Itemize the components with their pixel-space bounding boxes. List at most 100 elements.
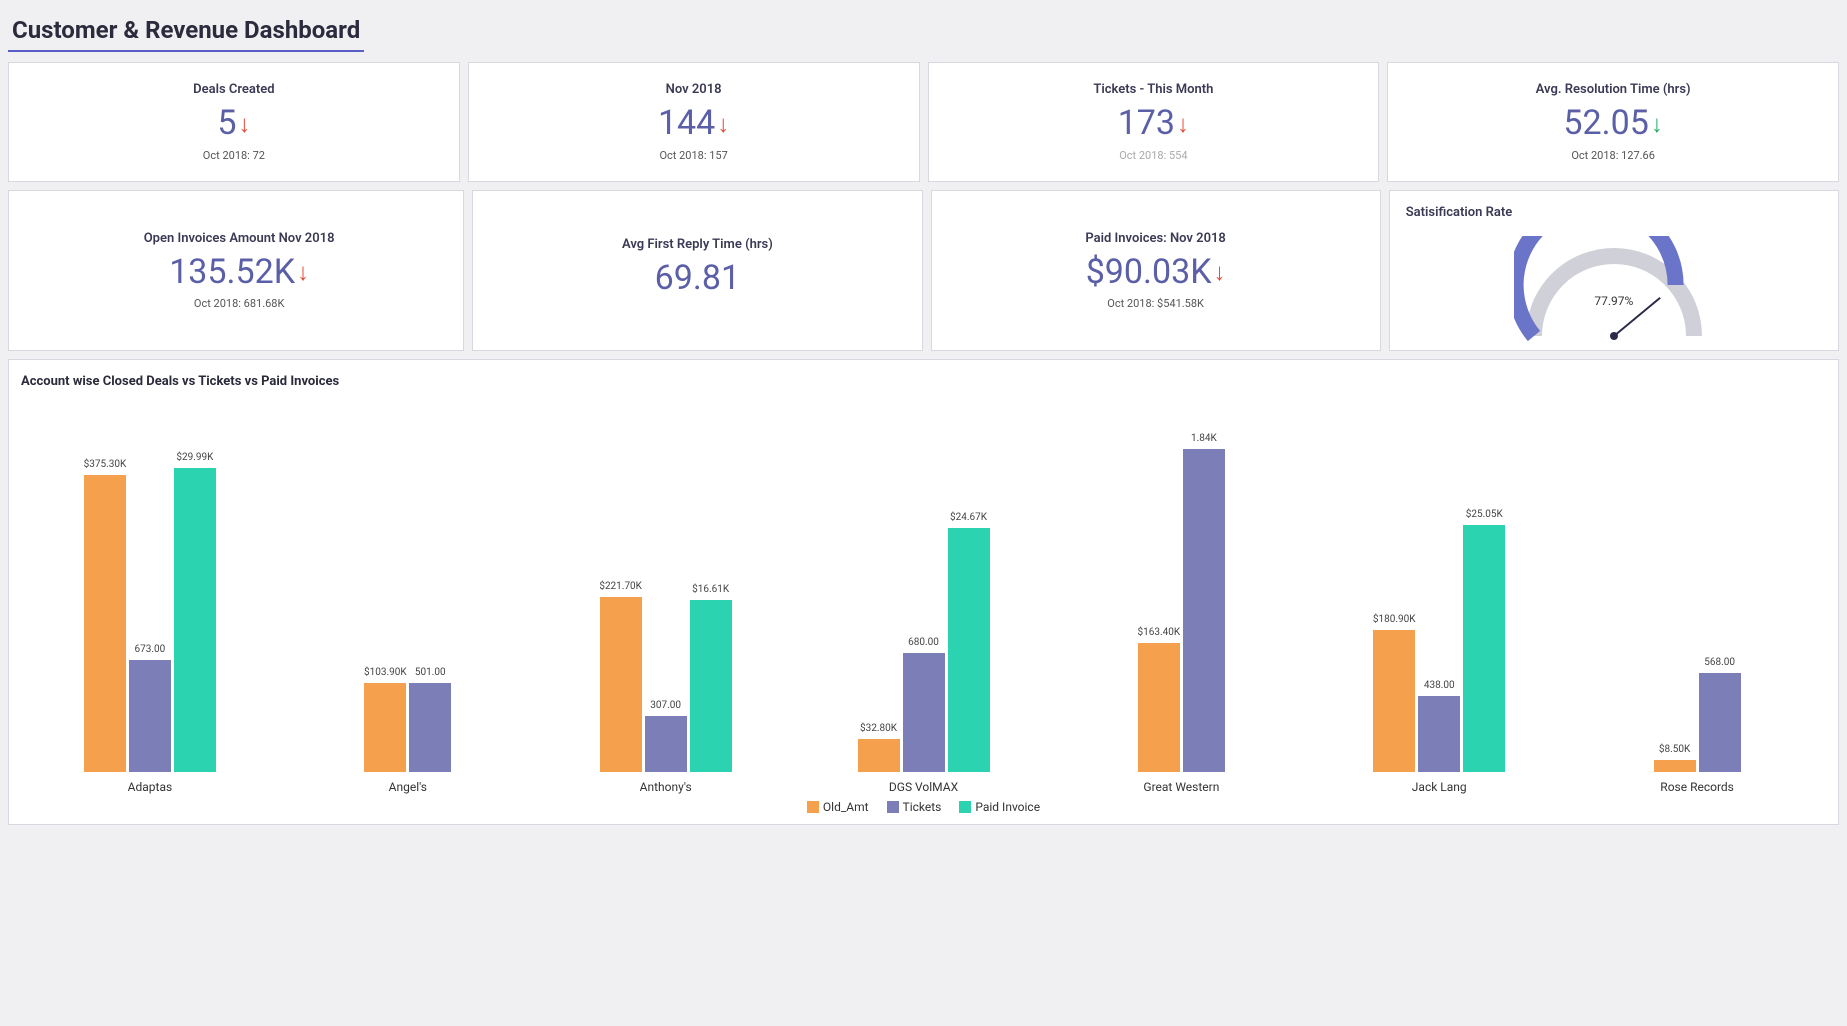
bar-tickets[interactable]: 1.84K bbox=[1183, 449, 1225, 772]
bar-tickets[interactable]: 568.00 bbox=[1699, 673, 1741, 772]
arrow-down-icon: ↓ bbox=[297, 259, 309, 285]
bar-label: $221.70K bbox=[599, 581, 642, 592]
bar-old_amt[interactable]: $221.70K bbox=[600, 597, 642, 772]
bar-old_amt[interactable]: $163.40K bbox=[1138, 643, 1180, 772]
bar-label: $163.40K bbox=[1138, 627, 1181, 638]
kpi-title: Deals Created bbox=[193, 82, 274, 97]
kpi-value: 173↓ bbox=[1118, 105, 1189, 142]
kpi-tickets-this-month[interactable]: Tickets - This Month 173↓ Oct 2018: 554 bbox=[928, 62, 1380, 182]
kpi-subtext: Oct 2018: 554 bbox=[1119, 149, 1187, 162]
kpi-value: 135.52K↓ bbox=[169, 254, 309, 291]
bar-label: 568.00 bbox=[1704, 657, 1735, 668]
legend-item-tickets[interactable]: Tickets bbox=[887, 800, 942, 814]
kpi-nov-2018[interactable]: Nov 2018 144↓ Oct 2018: 157 bbox=[468, 62, 920, 182]
category-label: Angel's bbox=[389, 780, 427, 794]
chart-group: $8.50K568.00Rose Records bbox=[1568, 422, 1826, 794]
bar-tickets[interactable]: 438.00 bbox=[1418, 696, 1460, 772]
kpi-title: Open Invoices Amount Nov 2018 bbox=[144, 231, 335, 246]
chart-group: $32.80K680.00$24.67KDGS VolMAX bbox=[795, 422, 1053, 794]
kpi-value: 52.05↓ bbox=[1563, 105, 1662, 142]
bar-old_amt[interactable]: $8.50K bbox=[1654, 760, 1696, 772]
chart-group: $163.40K1.84KGreat Western bbox=[1052, 422, 1310, 794]
kpi-subtext: Oct 2018: 127.66 bbox=[1571, 149, 1655, 162]
kpi-row-1: Deals Created 5↓ Oct 2018: 72 Nov 2018 1… bbox=[8, 62, 1839, 182]
dashboard-title: Customer & Revenue Dashboard bbox=[8, 8, 364, 52]
arrow-down-icon: ↓ bbox=[1214, 259, 1226, 285]
bar-tickets[interactable]: 307.00 bbox=[645, 716, 687, 772]
kpi-title: Nov 2018 bbox=[666, 82, 722, 97]
legend-item-paid-invoice[interactable]: Paid Invoice bbox=[959, 800, 1040, 814]
legend-item-old-amt[interactable]: Old_Amt bbox=[807, 800, 869, 814]
category-label: DGS VolMAX bbox=[889, 780, 958, 794]
bar-old_amt[interactable]: $103.90K bbox=[364, 683, 406, 772]
kpi-avg-resolution-time[interactable]: Avg. Resolution Time (hrs) 52.05↓ Oct 20… bbox=[1387, 62, 1839, 182]
bar-chart[interactable]: $375.30K673.00$29.99KAdaptas$103.90K501.… bbox=[21, 399, 1826, 794]
swatch-icon bbox=[959, 801, 971, 813]
bar-label: $16.61K bbox=[692, 584, 729, 595]
bar-tickets[interactable]: 680.00 bbox=[903, 653, 945, 772]
bar-paid-invoice[interactable]: $16.61K bbox=[690, 600, 732, 772]
kpi-value: 5↓ bbox=[217, 105, 250, 142]
kpi-avg-first-reply[interactable]: Avg First Reply Time (hrs) 69.81 bbox=[472, 190, 922, 351]
bar-label: 501.00 bbox=[415, 667, 446, 678]
category-label: Great Western bbox=[1143, 780, 1219, 794]
arrow-down-icon: ↓ bbox=[238, 111, 250, 137]
bar-old_amt[interactable]: $180.90K bbox=[1373, 630, 1415, 772]
kpi-subtext: Oct 2018: 72 bbox=[203, 149, 265, 162]
kpi-title: Paid Invoices: Nov 2018 bbox=[1085, 231, 1225, 246]
bar-label: $32.80K bbox=[860, 723, 897, 734]
kpi-subtext: Oct 2018: 157 bbox=[659, 149, 727, 162]
swatch-icon bbox=[807, 801, 819, 813]
bar-tickets[interactable]: 673.00 bbox=[129, 660, 171, 772]
category-label: Jack Lang bbox=[1412, 780, 1467, 794]
chart-legend: Old_Amt Tickets Paid Invoice bbox=[21, 800, 1826, 814]
bar-label: 673.00 bbox=[135, 644, 166, 655]
gauge-chart: 77.97% bbox=[1514, 236, 1714, 336]
bar-paid-invoice[interactable]: $25.05K bbox=[1463, 525, 1505, 773]
bar-old_amt[interactable]: $32.80K bbox=[858, 739, 900, 772]
bar-label: $25.05K bbox=[1466, 509, 1503, 520]
kpi-satisfaction-rate[interactable]: Satisification Rate 77.97% bbox=[1389, 190, 1839, 351]
kpi-value: $90.03K↓ bbox=[1086, 254, 1226, 291]
gauge-label: 77.97% bbox=[1594, 294, 1633, 308]
bar-tickets[interactable]: 501.00 bbox=[409, 683, 451, 772]
kpi-title: Avg. Resolution Time (hrs) bbox=[1536, 82, 1691, 97]
bar-label: 307.00 bbox=[650, 700, 681, 711]
swatch-icon bbox=[887, 801, 899, 813]
bar-label: 438.00 bbox=[1424, 680, 1455, 691]
kpi-value: 69.81 bbox=[655, 260, 740, 297]
kpi-subtext: Oct 2018: $541.58K bbox=[1107, 297, 1204, 310]
bar-label: $103.90K bbox=[364, 667, 407, 678]
kpi-subtext: Oct 2018: 681.68K bbox=[194, 297, 285, 310]
category-label: Anthony's bbox=[640, 780, 692, 794]
bar-paid-invoice[interactable]: $24.67K bbox=[948, 528, 990, 772]
chart-group: $103.90K501.00Angel's bbox=[279, 422, 537, 794]
bar-label: $180.90K bbox=[1373, 614, 1416, 625]
kpi-title: Satisification Rate bbox=[1402, 205, 1512, 220]
arrow-down-icon: ↓ bbox=[1651, 111, 1663, 137]
bar-paid-invoice[interactable]: $29.99K bbox=[174, 468, 216, 772]
bar-label: 680.00 bbox=[908, 637, 939, 648]
bar-old_amt[interactable]: $375.30K bbox=[84, 475, 126, 772]
chart-title: Account wise Closed Deals vs Tickets vs … bbox=[21, 374, 1826, 389]
arrow-down-icon: ↓ bbox=[717, 111, 729, 137]
chart-panel: Account wise Closed Deals vs Tickets vs … bbox=[8, 359, 1839, 825]
chart-group: $180.90K438.00$25.05KJack Lang bbox=[1310, 422, 1568, 794]
category-label: Adaptas bbox=[128, 780, 173, 794]
bar-label: 1.84K bbox=[1191, 433, 1217, 444]
arrow-down-icon: ↓ bbox=[1177, 111, 1189, 137]
kpi-title: Avg First Reply Time (hrs) bbox=[622, 237, 773, 252]
bar-label: $24.67K bbox=[950, 512, 987, 523]
chart-group: $221.70K307.00$16.61KAnthony's bbox=[537, 422, 795, 794]
kpi-value: 144↓ bbox=[658, 105, 729, 142]
kpi-paid-invoices[interactable]: Paid Invoices: Nov 2018 $90.03K↓ Oct 201… bbox=[931, 190, 1381, 351]
bar-label: $29.99K bbox=[176, 452, 213, 463]
chart-group: $375.30K673.00$29.99KAdaptas bbox=[21, 422, 279, 794]
kpi-row-2: Open Invoices Amount Nov 2018 135.52K↓ O… bbox=[8, 190, 1839, 351]
category-label: Rose Records bbox=[1660, 780, 1734, 794]
kpi-title: Tickets - This Month bbox=[1093, 82, 1213, 97]
kpi-open-invoices[interactable]: Open Invoices Amount Nov 2018 135.52K↓ O… bbox=[8, 190, 464, 351]
bar-label: $375.30K bbox=[84, 459, 127, 470]
kpi-deals-created[interactable]: Deals Created 5↓ Oct 2018: 72 bbox=[8, 62, 460, 182]
bar-label: $8.50K bbox=[1659, 744, 1690, 755]
